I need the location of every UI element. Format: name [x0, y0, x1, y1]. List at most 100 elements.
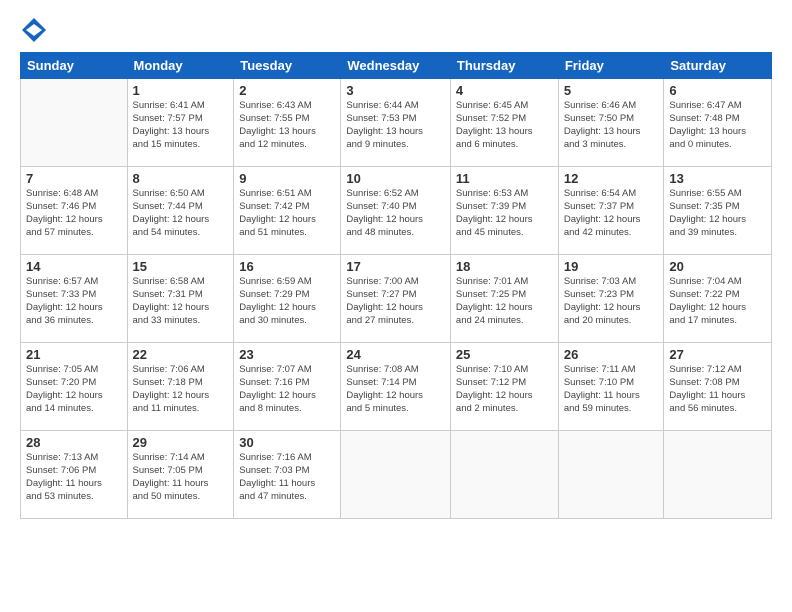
- calendar-cell: 6 Sunrise: 6:47 AM Sunset: 7:48 PM Daylig…: [664, 79, 772, 167]
- calendar-cell: [450, 431, 558, 519]
- day-info: Sunrise: 6:46 AM Sunset: 7:50 PM Dayligh…: [564, 100, 659, 151]
- calendar-cell: 2Sunrise: 6:43 AM Sunset: 7:55 PM Daylig…: [234, 79, 341, 167]
- day-info: Sunrise: 6:55 AM Sunset: 7:35 PM Dayligh…: [669, 188, 766, 239]
- day-number: 29: [133, 435, 229, 450]
- day-number: 14: [26, 259, 122, 274]
- weekday-header-friday: Friday: [558, 53, 664, 79]
- calendar-cell: 16Sunrise: 6:59 AM Sunset: 7:29 PM Dayli…: [234, 255, 341, 343]
- calendar-cell: 1 Sunrise: 6:41 AM Sunset: 7:57 PM Daylig…: [127, 79, 234, 167]
- calendar-cell: 22 Sunrise: 7:06 AM Sunset: 7:18 PM Dayli…: [127, 343, 234, 431]
- day-info: Sunrise: 7:11 AM Sunset: 7:10 PM Dayligh…: [564, 364, 659, 415]
- weekday-header-row: SundayMondayTuesdayWednesdayThursdayFrid…: [21, 53, 772, 79]
- day-number: 24: [346, 347, 445, 362]
- day-info: Sunrise: 7:08 AM Sunset: 7:14 PM Dayligh…: [346, 364, 445, 415]
- day-number: 10: [346, 171, 445, 186]
- week-row-4: 21 Sunrise: 7:05 AM Sunset: 7:20 PM Dayli…: [21, 343, 772, 431]
- day-number: 4: [456, 83, 553, 98]
- week-row-3: 14 Sunrise: 6:57 AM Sunset: 7:33 PM Dayli…: [21, 255, 772, 343]
- calendar-cell: 30Sunrise: 7:16 AM Sunset: 7:03 PM Dayli…: [234, 431, 341, 519]
- logo: [20, 16, 50, 42]
- calendar-cell: 4 Sunrise: 6:45 AM Sunset: 7:52 PM Daylig…: [450, 79, 558, 167]
- day-number: 12: [564, 171, 659, 186]
- day-info: Sunrise: 7:16 AM Sunset: 7:03 PM Dayligh…: [239, 452, 335, 503]
- day-info: Sunrise: 6:43 AM Sunset: 7:55 PM Dayligh…: [239, 100, 335, 151]
- weekday-header-saturday: Saturday: [664, 53, 772, 79]
- day-info: Sunrise: 7:04 AM Sunset: 7:22 PM Dayligh…: [669, 276, 766, 327]
- header: [20, 16, 772, 42]
- day-number: 3: [346, 83, 445, 98]
- day-info: Sunrise: 7:12 AM Sunset: 7:08 PM Dayligh…: [669, 364, 766, 415]
- day-number: 28: [26, 435, 122, 450]
- day-number: 20: [669, 259, 766, 274]
- day-number: 21: [26, 347, 122, 362]
- day-info: Sunrise: 7:06 AM Sunset: 7:18 PM Dayligh…: [133, 364, 229, 415]
- calendar-cell: [664, 431, 772, 519]
- day-number: 23: [239, 347, 335, 362]
- calendar-cell: [558, 431, 664, 519]
- week-row-2: 7 Sunrise: 6:48 AM Sunset: 7:46 PM Daylig…: [21, 167, 772, 255]
- calendar-cell: [341, 431, 451, 519]
- calendar-cell: 10 Sunrise: 6:52 AM Sunset: 7:40 PM Dayli…: [341, 167, 451, 255]
- calendar-cell: 17 Sunrise: 7:00 AM Sunset: 7:27 PM Dayli…: [341, 255, 451, 343]
- day-number: 6: [669, 83, 766, 98]
- day-info: Sunrise: 6:41 AM Sunset: 7:57 PM Dayligh…: [133, 100, 229, 151]
- calendar-cell: 29 Sunrise: 7:14 AM Sunset: 7:05 PM Dayli…: [127, 431, 234, 519]
- day-number: 7: [26, 171, 122, 186]
- calendar-cell: 11 Sunrise: 6:53 AM Sunset: 7:39 PM Dayli…: [450, 167, 558, 255]
- week-row-1: 1 Sunrise: 6:41 AM Sunset: 7:57 PM Daylig…: [21, 79, 772, 167]
- day-info: Sunrise: 6:48 AM Sunset: 7:46 PM Dayligh…: [26, 188, 122, 239]
- day-number: 27: [669, 347, 766, 362]
- day-number: 11: [456, 171, 553, 186]
- day-number: 17: [346, 259, 445, 274]
- day-number: 25: [456, 347, 553, 362]
- day-number: 22: [133, 347, 229, 362]
- calendar-cell: 5 Sunrise: 6:46 AM Sunset: 7:50 PM Daylig…: [558, 79, 664, 167]
- day-info: Sunrise: 7:00 AM Sunset: 7:27 PM Dayligh…: [346, 276, 445, 327]
- calendar-cell: 25 Sunrise: 7:10 AM Sunset: 7:12 PM Dayli…: [450, 343, 558, 431]
- day-info: Sunrise: 6:51 AM Sunset: 7:42 PM Dayligh…: [239, 188, 335, 239]
- day-info: Sunrise: 7:10 AM Sunset: 7:12 PM Dayligh…: [456, 364, 553, 415]
- calendar-cell: 8Sunrise: 6:50 AM Sunset: 7:44 PM Daylig…: [127, 167, 234, 255]
- calendar-cell: 28Sunrise: 7:13 AM Sunset: 7:06 PM Dayli…: [21, 431, 128, 519]
- day-info: Sunrise: 6:58 AM Sunset: 7:31 PM Dayligh…: [133, 276, 229, 327]
- day-number: 9: [239, 171, 335, 186]
- day-number: 18: [456, 259, 553, 274]
- day-number: 15: [133, 259, 229, 274]
- day-info: Sunrise: 7:03 AM Sunset: 7:23 PM Dayligh…: [564, 276, 659, 327]
- day-info: Sunrise: 6:57 AM Sunset: 7:33 PM Dayligh…: [26, 276, 122, 327]
- calendar-cell: 7 Sunrise: 6:48 AM Sunset: 7:46 PM Daylig…: [21, 167, 128, 255]
- weekday-header-sunday: Sunday: [21, 53, 128, 79]
- calendar-cell: 26Sunrise: 7:11 AM Sunset: 7:10 PM Dayli…: [558, 343, 664, 431]
- day-info: Sunrise: 7:05 AM Sunset: 7:20 PM Dayligh…: [26, 364, 122, 415]
- page: SundayMondayTuesdayWednesdayThursdayFrid…: [0, 0, 792, 612]
- weekday-header-tuesday: Tuesday: [234, 53, 341, 79]
- calendar-cell: 18 Sunrise: 7:01 AM Sunset: 7:25 PM Dayli…: [450, 255, 558, 343]
- week-row-5: 28Sunrise: 7:13 AM Sunset: 7:06 PM Dayli…: [21, 431, 772, 519]
- day-info: Sunrise: 6:47 AM Sunset: 7:48 PM Dayligh…: [669, 100, 766, 151]
- calendar-cell: 13 Sunrise: 6:55 AM Sunset: 7:35 PM Dayli…: [664, 167, 772, 255]
- calendar-cell: [21, 79, 128, 167]
- day-number: 1: [133, 83, 229, 98]
- day-info: Sunrise: 6:50 AM Sunset: 7:44 PM Dayligh…: [133, 188, 229, 239]
- calendar-cell: 15 Sunrise: 6:58 AM Sunset: 7:31 PM Dayli…: [127, 255, 234, 343]
- day-info: Sunrise: 6:45 AM Sunset: 7:52 PM Dayligh…: [456, 100, 553, 151]
- day-info: Sunrise: 6:59 AM Sunset: 7:29 PM Dayligh…: [239, 276, 335, 327]
- weekday-header-thursday: Thursday: [450, 53, 558, 79]
- calendar-cell: 23 Sunrise: 7:07 AM Sunset: 7:16 PM Dayli…: [234, 343, 341, 431]
- day-info: Sunrise: 6:52 AM Sunset: 7:40 PM Dayligh…: [346, 188, 445, 239]
- calendar-cell: 20 Sunrise: 7:04 AM Sunset: 7:22 PM Dayli…: [664, 255, 772, 343]
- day-info: Sunrise: 7:14 AM Sunset: 7:05 PM Dayligh…: [133, 452, 229, 503]
- calendar-cell: 12Sunrise: 6:54 AM Sunset: 7:37 PM Dayli…: [558, 167, 664, 255]
- day-info: Sunrise: 6:53 AM Sunset: 7:39 PM Dayligh…: [456, 188, 553, 239]
- day-number: 13: [669, 171, 766, 186]
- day-number: 19: [564, 259, 659, 274]
- calendar-cell: 14 Sunrise: 6:57 AM Sunset: 7:33 PM Dayli…: [21, 255, 128, 343]
- day-info: Sunrise: 7:01 AM Sunset: 7:25 PM Dayligh…: [456, 276, 553, 327]
- day-number: 5: [564, 83, 659, 98]
- day-info: Sunrise: 6:44 AM Sunset: 7:53 PM Dayligh…: [346, 100, 445, 151]
- day-info: Sunrise: 7:07 AM Sunset: 7:16 PM Dayligh…: [239, 364, 335, 415]
- calendar-cell: 9 Sunrise: 6:51 AM Sunset: 7:42 PM Daylig…: [234, 167, 341, 255]
- calendar-cell: 24 Sunrise: 7:08 AM Sunset: 7:14 PM Dayli…: [341, 343, 451, 431]
- calendar-cell: 27 Sunrise: 7:12 AM Sunset: 7:08 PM Dayli…: [664, 343, 772, 431]
- calendar-cell: 21 Sunrise: 7:05 AM Sunset: 7:20 PM Dayli…: [21, 343, 128, 431]
